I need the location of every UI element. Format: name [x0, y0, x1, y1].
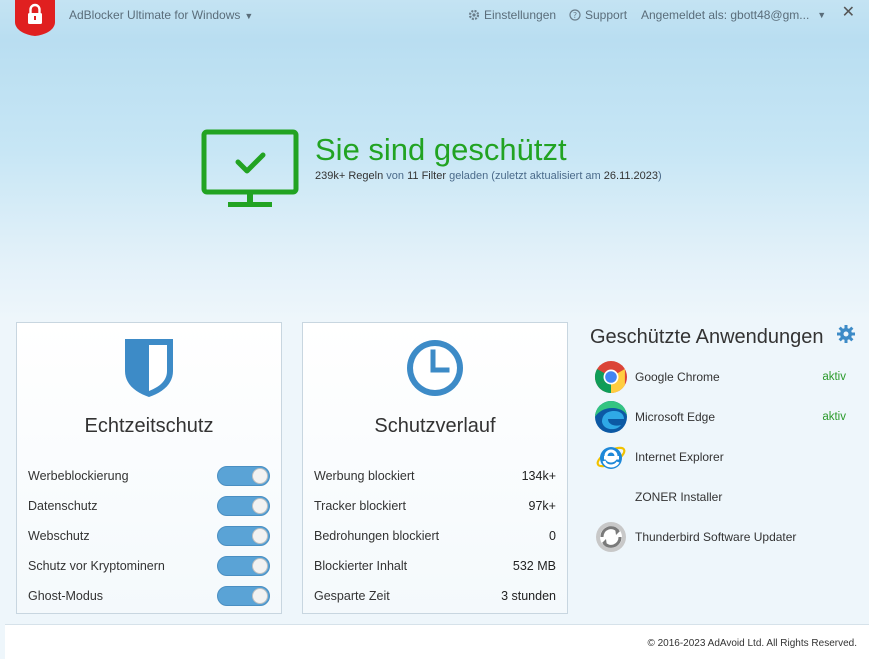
- rules-count: 239k+: [315, 170, 346, 182]
- update-date: 26.11.2023: [603, 170, 659, 182]
- chevron-down-icon: ▼: [244, 11, 254, 21]
- ghost-mode-toggle[interactable]: [217, 586, 270, 606]
- toggle-label: Werbeblockierung: [28, 469, 129, 483]
- monitor-check-icon: [201, 129, 299, 207]
- from-word: von: [386, 170, 405, 182]
- toggle-knob: [252, 588, 268, 604]
- question-circle-icon: ?: [569, 9, 581, 21]
- chevron-down-icon: ▼: [817, 10, 827, 20]
- account-label: Angemeldet als: gbott48@gm...: [641, 8, 810, 22]
- protection-history-card: Schutzverlauf Werbung blockiert 134k+ Tr…: [302, 322, 568, 614]
- realtime-row: Werbeblockierung: [28, 461, 270, 491]
- app-name: ZONER Installer: [635, 490, 723, 504]
- toggle-label: Webschutz: [28, 529, 90, 543]
- privacy-toggle[interactable]: [217, 496, 270, 516]
- toggle-label: Ghost-Modus: [28, 589, 104, 603]
- close-button[interactable]: ✕: [842, 2, 855, 22]
- settings-label: Einstellungen: [484, 8, 557, 22]
- close-paren: ): [658, 170, 662, 182]
- gear-icon: [468, 9, 480, 21]
- filters-link[interactable]: Filter: [422, 170, 446, 182]
- realtime-title: Echtzeitschutz: [84, 415, 214, 437]
- stat-label: Tracker blockiert: [314, 499, 406, 513]
- history-row: Bedrohungen blockiert 0: [314, 521, 556, 551]
- app-name: Microsoft Edge: [635, 410, 716, 424]
- clock-icon: [407, 340, 463, 396]
- app-icon-placeholder: [594, 480, 628, 514]
- history-row: Blockierter Inhalt 532 MB: [314, 551, 556, 581]
- web-protection-toggle[interactable]: [217, 526, 270, 546]
- support-link[interactable]: ? Support: [569, 8, 627, 22]
- app-status: aktiv: [822, 371, 846, 383]
- copyright-text: © 2016-2023 AdAvoid Ltd. All Rights Rese…: [647, 638, 857, 649]
- toggle-label: Datenschutz: [28, 499, 98, 513]
- chrome-icon: [594, 361, 627, 394]
- cryptominer-toggle[interactable]: [217, 556, 270, 576]
- stat-value: 134k+: [521, 469, 556, 483]
- support-label: Support: [585, 8, 628, 22]
- stat-value: 0: [549, 529, 556, 543]
- history-title: Schutzverlauf: [374, 415, 496, 437]
- stat-label: Gesparte Zeit: [314, 589, 390, 603]
- edge-icon: [595, 401, 627, 433]
- filters-count: 11: [407, 170, 419, 182]
- shield-icon: [125, 339, 173, 397]
- status-subtitle: 239k+ Regeln von 11 Filter geladen (zule…: [315, 170, 662, 182]
- top-bar: AdBlocker Ultimate for Windows ▼ Einstell…: [0, 0, 869, 36]
- app-item-edge[interactable]: Microsoft Edge aktiv: [594, 400, 846, 434]
- history-row: Tracker blockiert 97k+: [314, 491, 556, 521]
- realtime-row: Ghost-Modus: [28, 581, 270, 611]
- stat-value: 532 MB: [512, 559, 556, 573]
- app-item-chrome[interactable]: Google Chrome aktiv: [594, 360, 846, 394]
- app-name: Google Chrome: [635, 370, 720, 384]
- toggle-knob: [252, 468, 268, 484]
- protected-apps-title: Geschützte Anwendungen: [590, 326, 824, 348]
- realtime-protection-card: Echtzeitschutz Werbeblockierung Datensch…: [16, 322, 282, 614]
- app-title-menu[interactable]: AdBlocker Ultimate for Windows ▼: [69, 8, 253, 22]
- history-row: Werbung blockiert 134k+: [314, 461, 556, 491]
- settings-link[interactable]: Einstellungen: [468, 8, 556, 22]
- protection-status: Sie sind geschützt 239k+ Regeln von 11 F…: [200, 128, 720, 218]
- realtime-row: Schutz vor Kryptominern: [28, 551, 270, 581]
- app-item-internet-explorer[interactable]: Internet Explorer: [594, 440, 846, 474]
- rules-word: Regeln: [348, 170, 384, 182]
- gear-icon[interactable]: [836, 324, 856, 344]
- ad-blocking-toggle[interactable]: [217, 466, 270, 486]
- loaded-text: geladen (zuletzt aktualisiert am: [449, 170, 601, 182]
- toggle-knob: [252, 528, 268, 544]
- stat-label: Bedrohungen blockiert: [314, 529, 440, 543]
- app-status: aktiv: [822, 411, 846, 423]
- realtime-row: Webschutz: [28, 521, 270, 551]
- stat-value: 3 stunden: [501, 589, 556, 603]
- stat-label: Werbung blockiert: [314, 469, 415, 483]
- svg-text:?: ?: [573, 11, 577, 20]
- app-title: AdBlocker Ultimate for Windows: [69, 8, 241, 22]
- toggle-label: Schutz vor Kryptominern: [28, 559, 165, 573]
- ie-icon: [596, 446, 626, 469]
- stat-label: Blockierter Inhalt: [314, 559, 408, 573]
- updater-icon: [596, 522, 626, 552]
- app-item-zoner[interactable]: ZONER Installer: [594, 480, 846, 514]
- app-name: Internet Explorer: [635, 450, 724, 464]
- toggle-knob: [252, 558, 268, 574]
- app-item-thunderbird-updater[interactable]: Thunderbird Software Updater: [594, 520, 846, 554]
- app-name: Thunderbird Software Updater: [635, 530, 797, 544]
- realtime-row: Datenschutz: [28, 491, 270, 521]
- history-row: Gesparte Zeit 3 stunden: [314, 581, 556, 611]
- footer: © 2016-2023 AdAvoid Ltd. All Rights Rese…: [5, 624, 869, 659]
- toggle-knob: [252, 498, 268, 514]
- lock-shield-logo-icon: [15, 0, 55, 36]
- status-title: Sie sind geschützt: [315, 132, 567, 167]
- stat-value: 97k+: [528, 499, 556, 513]
- account-menu[interactable]: Angemeldet als: gbott48@gm... ▼: [641, 8, 826, 22]
